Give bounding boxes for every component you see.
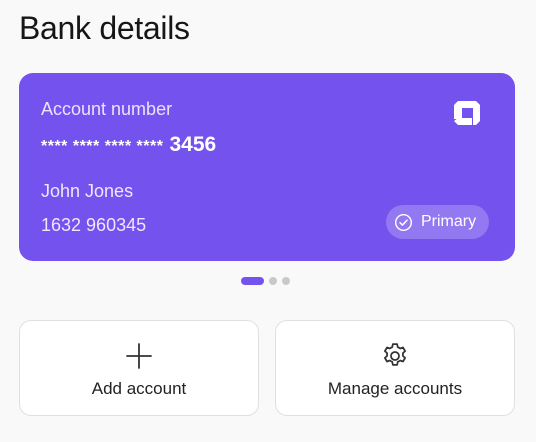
card-pagination bbox=[241, 277, 290, 285]
pagination-dot[interactable] bbox=[282, 277, 290, 285]
account-number: **** **** **** **** 3456 bbox=[41, 133, 216, 157]
bank-logo-icon bbox=[454, 101, 480, 125]
page-title: Bank details bbox=[19, 10, 190, 46]
account-number-label: Account number bbox=[41, 99, 173, 119]
add-account-label: Add account bbox=[91, 379, 187, 398]
sort-code-account: 1632 960345 bbox=[41, 215, 147, 235]
primary-badge: Primary bbox=[386, 205, 490, 239]
manage-accounts-button[interactable]: Manage accounts bbox=[275, 320, 515, 416]
manage-accounts-label: Manage accounts bbox=[327, 379, 463, 398]
pagination-dot-active[interactable] bbox=[241, 277, 264, 285]
account-holder-name: John Jones bbox=[41, 181, 134, 201]
bank-account-card[interactable]: Account number **** **** **** **** 3456 … bbox=[19, 73, 515, 261]
gear-icon bbox=[384, 343, 406, 366]
plus-icon bbox=[126, 343, 152, 369]
pagination-dot[interactable] bbox=[269, 277, 277, 285]
bank-details-page: Bank details Account number **** **** **… bbox=[0, 0, 536, 442]
check-circle-icon bbox=[394, 213, 413, 231]
account-number-mask: **** **** **** **** bbox=[41, 138, 164, 155]
account-number-last4: 3456 bbox=[169, 133, 217, 156]
add-account-button[interactable]: Add account bbox=[19, 320, 259, 416]
primary-badge-label: Primary bbox=[421, 213, 477, 230]
